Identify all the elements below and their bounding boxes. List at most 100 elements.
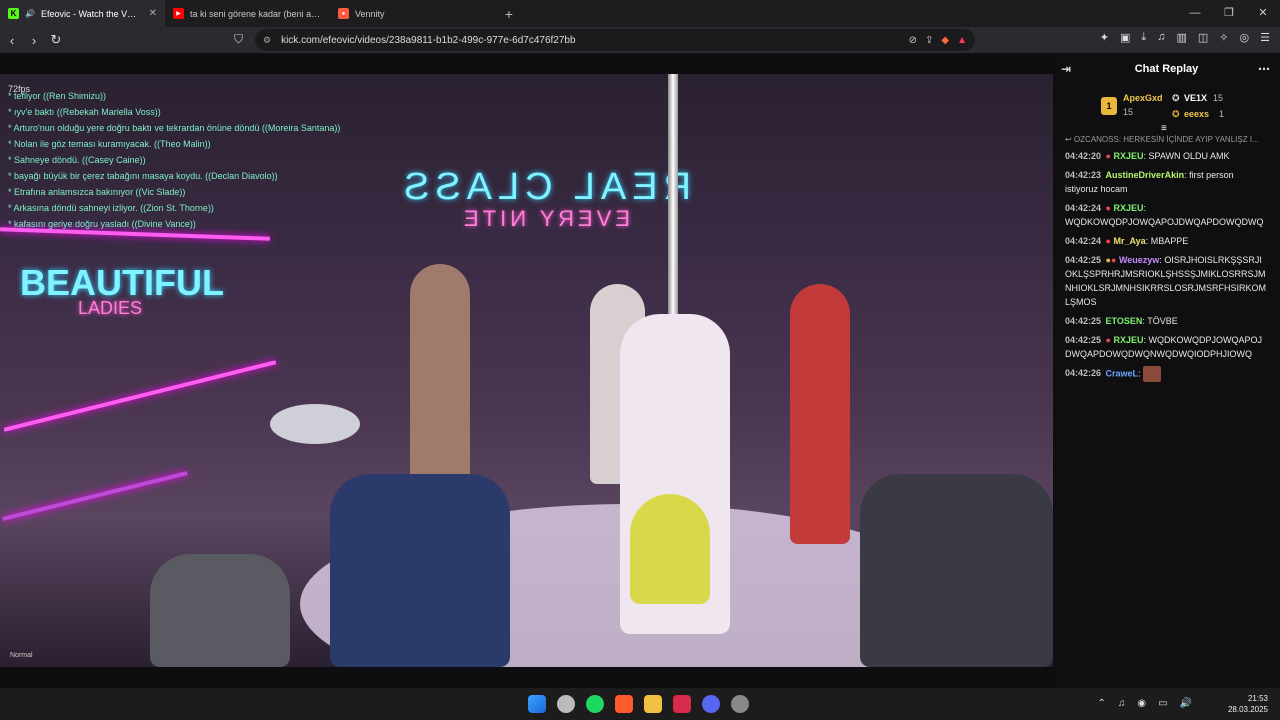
tab-youtube[interactable]: ▶ ta ki seni görene kadar (beni al) - co… [165,0,330,27]
character [860,474,1053,667]
url-text: kick.com/efeovic/videos/238a9811-b1b2-49… [281,34,576,46]
game-chat-line: * Arturo'nun olduğu yere doğru baktı ve … [8,123,341,133]
windows-start-icon[interactable] [528,695,546,713]
volume-icon[interactable]: 🔊 [1180,698,1192,709]
speaker-icon[interactable]: 🔊 [25,9,35,18]
badge-icon: ✪ [1172,93,1180,103]
username[interactable]: RXJEU [1114,151,1144,161]
game-chat-line: * tefliyor ((Ren Shimizu)) [8,91,107,101]
badge-icon: ● [1105,151,1111,161]
system-tray: ⌃ ♫ ◉ ▭ 🔊 [1097,698,1192,709]
message-text: TÖVBE [1147,316,1178,326]
kick-favicon-icon: K [8,8,19,19]
message-text: SPAWN OLDU AMK [1148,151,1230,161]
tab-efeovic[interactable]: K 🔊 Efeovic - Watch the VOD on K ✕ [0,0,165,27]
chat-message-list: 04:42:20 ● RXJEU: SPAWN OLDU AMK 04:42:2… [1053,149,1280,382]
badge-icon: ● [1105,203,1111,213]
leaderboard-count: 15 [1213,93,1224,103]
neon-strip [3,360,277,432]
forward-icon[interactable]: › [24,33,44,48]
reply-preview: ↩ OZCANOSS: HERKESİN İÇİNDE AYIP YANLIŞZ… [1065,135,1259,144]
chair [150,554,290,667]
chat-message: 04:42:24 ● Mr_Aya: MBAPPE [1065,236,1189,246]
message-text: MBAPPE [1150,236,1189,246]
chevron-up-icon[interactable]: ⌃ [1097,698,1105,709]
wallet-icon[interactable]: ◫ [1198,31,1208,44]
app-icon[interactable] [731,695,749,713]
youtube-favicon-icon: ▶ [173,8,184,19]
new-tab-button[interactable]: + [495,6,523,22]
share-icon[interactable]: ⇪ [925,35,933,46]
display-icon[interactable]: ▭ [1158,698,1167,709]
username[interactable]: Weuezyw [1119,255,1159,265]
address-bar[interactable]: ⚙ kick.com/efeovic/videos/238a9811-b1b2-… [255,29,975,51]
minimize-icon[interactable]: — [1178,0,1212,27]
timestamp: 04:42:25 [1065,335,1102,345]
leaderboard-name[interactable]: eeexs [1184,109,1209,119]
chat-options-icon[interactable]: ⋯ [1258,62,1270,76]
brave-browser-icon[interactable] [615,695,633,713]
neon-sign-nite: EVERY NITE [460,206,631,231]
system-clock[interactable]: 21:53 28.03.2025 [1228,693,1268,715]
chat-replay-panel: ⇥ Chat Replay ⋯ 1 ApexGxd 15 ✪ VE1X 15 ✪… [1053,53,1280,688]
neon-sign-ladies: LADIES [78,298,143,318]
badge-icon: ● [1105,236,1111,246]
leo-ai-icon[interactable]: ✧ [1219,31,1228,44]
leaderboard-count: 15 [1123,107,1134,117]
username[interactable]: ETOSEN [1106,316,1143,326]
back-icon[interactable]: ‹ [2,33,22,48]
game-chat-line: * bayağı büyük bir çerez tabağını masaya… [8,171,278,181]
video-player[interactable]: REAL CLASS EVERY NITE BEAUTIFUL LADIES *… [0,74,1053,667]
vpn-icon[interactable]: ◎ [1240,31,1250,44]
windows-taskbar: ⌃ ♫ ◉ ▭ 🔊 21:53 28.03.2025 [0,688,1280,720]
reload-icon[interactable]: ↻ [46,32,66,48]
username[interactable]: CraweL [1106,368,1139,378]
username[interactable]: RXJEU [1114,335,1144,345]
character [410,264,470,494]
close-window-icon[interactable]: ✕ [1246,0,1280,27]
microphone-icon[interactable]: ◉ [1137,698,1146,709]
clock-date: 28.03.2025 [1227,705,1268,714]
app-icon[interactable] [557,695,575,713]
menu-icon[interactable]: ☰ [1260,31,1270,44]
username[interactable]: AustineDriverAkin [1106,170,1185,180]
game-chat-line: * Sahneye döndü. ((Casey Caine)) [8,155,146,165]
chat-message: 04:42:24 ● RXJEU: WQDKOWQDPJOWQAPOJDWQAP… [1065,203,1264,227]
restore-icon[interactable]: ❐ [1212,0,1246,27]
leaderboard-name[interactable]: VE1X [1184,93,1207,103]
brave-shield-icon[interactable]: ◆ [941,35,949,46]
brave-rewards-icon[interactable]: ▲ [957,35,967,46]
site-info-icon[interactable]: ⚙ [263,35,271,46]
cast-off-icon[interactable]: ⊘ [909,35,917,46]
bookmark-icon[interactable]: ⛉ [234,32,243,47]
file-explorer-icon[interactable] [644,695,662,713]
username[interactable]: RXJEU [1114,203,1144,213]
neon-strip [2,471,188,521]
screenshot-icon[interactable]: ▣ [1120,31,1130,44]
timestamp: 04:42:25 [1065,316,1102,326]
leaderboard-name[interactable]: ApexGxd [1123,93,1163,103]
tab-vennity[interactable]: ● Vennity [330,0,495,27]
timestamp: 04:42:23 [1065,170,1102,180]
close-tab-icon[interactable]: ✕ [149,8,157,19]
extensions-icon[interactable]: ✦ [1100,31,1109,44]
media-icon[interactable]: ♫ [1157,31,1165,44]
character-skirt [630,494,710,604]
username[interactable]: Mr_Aya [1114,236,1146,246]
extensions-toolbar: ✦ ▣ ⤓ ♫ ▥ ◫ ✧ ◎ ☰ [1100,31,1270,44]
sidebar-icon[interactable]: ▥ [1176,31,1186,44]
discord-icon[interactable] [702,695,720,713]
vennity-favicon-icon: ● [338,8,349,19]
expand-leaderboard-icon[interactable]: ≡ [1161,123,1167,134]
chat-message: 04:42:20 ● RXJEU: SPAWN OLDU AMK [1065,151,1230,161]
spotify-icon[interactable] [586,695,604,713]
gift-leaderboard: 1 ApexGxd 15 ✪ VE1X 15 ✪ eeexs 1 ≡ [1053,85,1280,134]
chat-header: ⇥ Chat Replay ⋯ [1053,53,1280,85]
download-icon[interactable]: ⤓ [1141,31,1146,44]
headset-icon[interactable]: ♫ [1118,698,1126,709]
game-chat-line: * Etrafına anlamsızca bakınıyor ((Vic Sl… [8,187,186,197]
collapse-chat-icon[interactable]: ⇥ [1061,62,1071,76]
game-chat-line: * kafasını geriye doğru yasladı ((Divine… [8,219,196,229]
adobe-icon[interactable] [673,695,691,713]
timestamp: 04:42:20 [1065,151,1102,161]
